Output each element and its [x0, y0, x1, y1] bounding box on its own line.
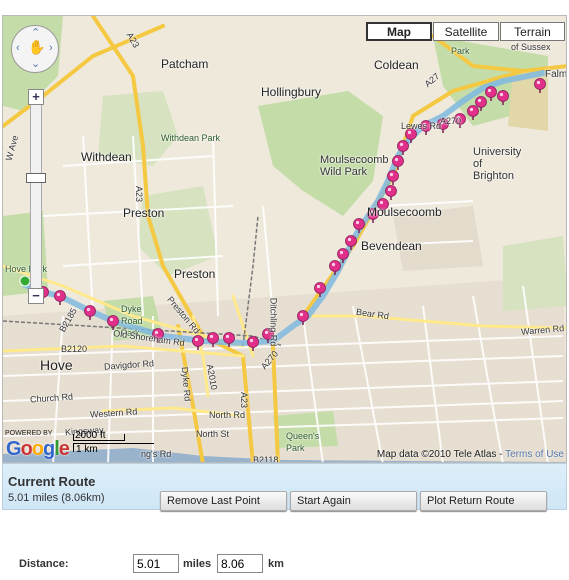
park-label: Withdean Park	[161, 133, 221, 143]
route-point-marker[interactable]	[485, 86, 497, 102]
zoom-out-button[interactable]: −	[28, 288, 44, 304]
route-point-marker[interactable]	[329, 260, 341, 276]
place-label: Coldean	[374, 58, 419, 72]
scale-feet: 2000 ft	[75, 430, 106, 441]
scale-km: 1 km	[73, 443, 154, 455]
map-attribution: Map data ©2010 Tele Atlas - Terms of Use	[377, 449, 564, 460]
route-title: Current Route	[8, 474, 96, 489]
park-label: Moulsecoomb Wild Park	[320, 154, 389, 178]
route-point-marker[interactable]	[534, 78, 546, 94]
road-label: A23	[134, 185, 145, 203]
google-logo: Google	[6, 438, 70, 460]
zoom-slider[interactable]	[30, 94, 42, 294]
map-scale: 2000 ft 1 km	[73, 430, 154, 455]
place-label: Patcham	[161, 57, 209, 71]
place-label: Preston	[123, 206, 165, 220]
maptype-terrain-button[interactable]: Terrain	[500, 22, 565, 41]
route-point-marker[interactable]	[397, 140, 409, 156]
place-label: of Sussex	[511, 42, 551, 52]
route-point-marker[interactable]	[353, 218, 365, 234]
route-markers	[19, 78, 546, 352]
route-point-marker[interactable]	[207, 332, 219, 348]
zoom-slider-handle[interactable]	[26, 173, 46, 183]
place-label: Moulsecoomb	[367, 205, 442, 219]
route-point-marker[interactable]	[247, 336, 259, 352]
zoom-in-button[interactable]: +	[28, 89, 44, 105]
road-label: A270	[440, 116, 462, 126]
distance-miles-input[interactable]	[133, 554, 179, 573]
terms-link[interactable]: Terms of Use	[505, 449, 564, 460]
road-label: B2118	[253, 455, 279, 463]
pan-up-icon[interactable]: ⌃	[31, 28, 40, 39]
route-point-marker[interactable]	[223, 332, 235, 348]
road-label: North St	[196, 429, 230, 439]
pan-down-icon[interactable]: ⌄	[31, 59, 40, 70]
distance-label: Distance:	[19, 558, 69, 570]
route-point-marker[interactable]	[345, 235, 357, 251]
road-label: A23	[239, 391, 250, 409]
place-label: Hove	[40, 357, 73, 373]
route-point-marker[interactable]	[84, 305, 96, 321]
route-point-marker[interactable]	[467, 105, 479, 121]
attribution-text: Map data ©2010 Tele Atlas -	[376, 449, 506, 460]
map-view[interactable]: Patcham Hollingbury Coldean Withdean Wit…	[2, 15, 567, 463]
plot-return-route-button[interactable]: Plot Return Route	[420, 491, 547, 511]
place-label: Withdean	[81, 150, 132, 164]
distance-km-input[interactable]	[217, 554, 263, 573]
route-point-marker[interactable]	[54, 290, 66, 306]
remove-last-point-button[interactable]: Remove Last Point	[160, 491, 287, 511]
place-label: Falme	[545, 69, 567, 80]
park-label: Queen's Park	[286, 431, 320, 453]
route-point-marker[interactable]	[392, 155, 404, 171]
road-label: Ditchling Rd	[268, 297, 279, 347]
park-label: Park	[451, 46, 470, 56]
route-point-marker[interactable]	[297, 310, 309, 326]
start-again-button[interactable]: Start Again	[290, 491, 417, 511]
place-label: Bevendean	[361, 239, 422, 253]
route-panel: Current Route 5.01 miles (8.06km) Remove…	[2, 463, 567, 511]
road-label: Lewes Rd	[401, 121, 442, 131]
place-label: Preston	[174, 267, 216, 281]
route-point-marker[interactable]	[314, 282, 326, 298]
route-point-marker[interactable]	[497, 90, 509, 106]
route-point-marker[interactable]	[337, 248, 349, 264]
route-point-marker[interactable]	[192, 335, 204, 351]
pan-control[interactable]: ⌃ ‹ › ⌄ ✋	[11, 25, 59, 73]
route-summary: 5.01 miles (8.06km)	[8, 492, 105, 504]
road-label: North Rd	[209, 410, 246, 420]
powered-by-text: POWERED BY	[5, 430, 53, 437]
place-label: Hollingbury	[261, 85, 322, 99]
route-start-marker[interactable]	[19, 275, 31, 287]
hand-icon[interactable]: ✋	[28, 40, 45, 54]
maptype-map-button[interactable]: Map	[366, 22, 432, 41]
route-point-marker[interactable]	[385, 185, 397, 201]
miles-unit-label: miles	[183, 558, 212, 570]
road-label: B2120	[61, 344, 88, 354]
pan-right-icon[interactable]: ›	[49, 43, 53, 54]
pan-left-icon[interactable]: ‹	[16, 43, 20, 54]
place-label: University of Brighton	[473, 146, 522, 182]
km-unit-label: km	[268, 558, 284, 570]
maptype-satellite-button[interactable]: Satellite	[433, 22, 499, 41]
